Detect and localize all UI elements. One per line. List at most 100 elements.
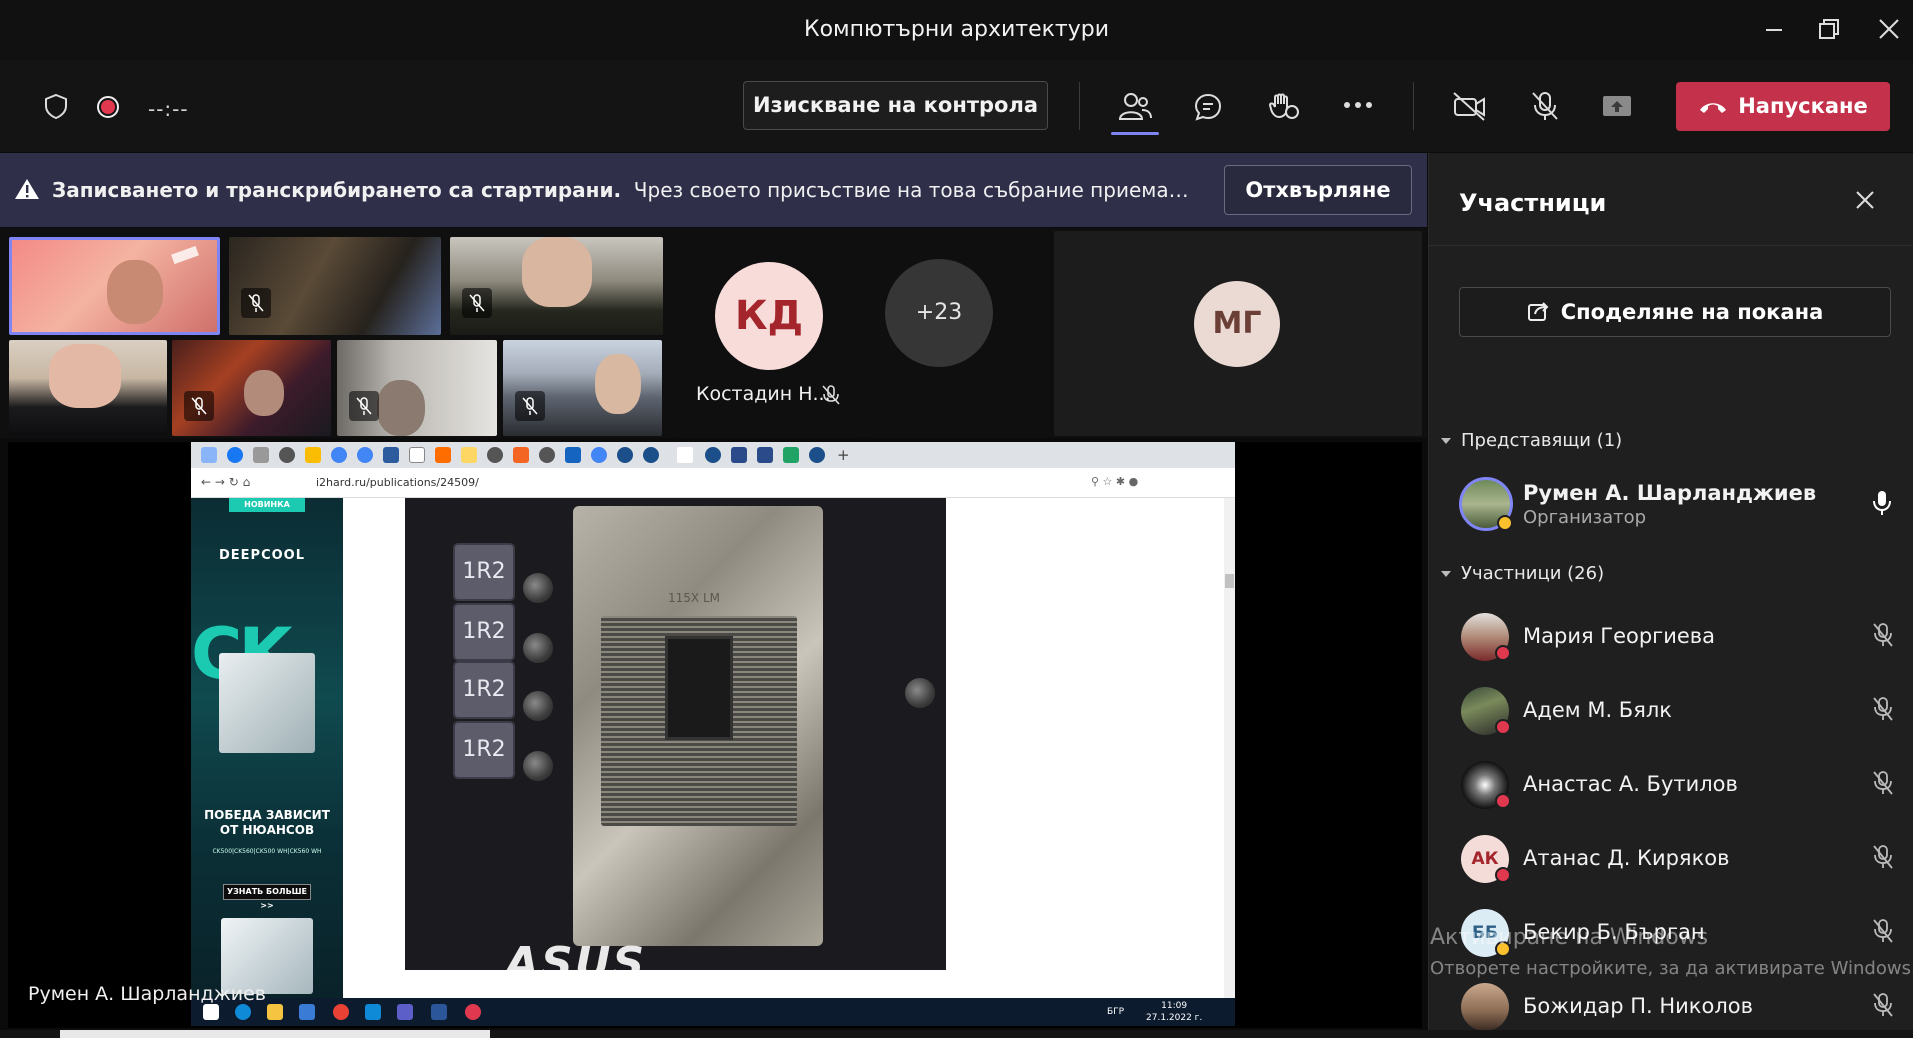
start-icon bbox=[203, 1004, 219, 1020]
video-gallery: КД Костадин Н... +23 МГ bbox=[0, 228, 1427, 438]
status-busy-icon bbox=[1495, 719, 1511, 735]
presenters-header-label: Представящи (1) bbox=[1461, 430, 1623, 451]
browser-tab-icon bbox=[617, 447, 633, 463]
participant-tile-kd[interactable]: КД Костадин Н... bbox=[672, 228, 862, 438]
watermark-title: Активиране на Windows bbox=[1430, 925, 1709, 950]
participant-row[interactable]: Мария Георгиева bbox=[1429, 607, 1913, 667]
recorder-icon bbox=[465, 1004, 481, 1020]
avatar: МГ bbox=[1194, 281, 1280, 367]
taskbar-date: 27.1.2022 г. bbox=[1146, 1013, 1203, 1023]
participant-video-tile[interactable] bbox=[9, 237, 220, 335]
share-invite-button[interactable]: Споделяне на покана bbox=[1459, 287, 1891, 337]
choke-label: 1R2 bbox=[453, 661, 515, 719]
restore-icon bbox=[1819, 19, 1839, 39]
people-icon[interactable] bbox=[1118, 92, 1152, 122]
close-icon[interactable] bbox=[1854, 189, 1876, 211]
overflow-tile[interactable]: +23 bbox=[868, 228, 1058, 438]
participant-row[interactable]: АК Атанас Д. Киряков bbox=[1429, 829, 1913, 889]
browser-tab-icon bbox=[409, 447, 425, 463]
participant-face bbox=[244, 370, 284, 416]
participant-face bbox=[377, 380, 425, 436]
chevron-down-icon bbox=[1441, 571, 1451, 577]
leave-button[interactable]: Напускане bbox=[1676, 82, 1890, 131]
muted-mic-badge bbox=[515, 391, 545, 421]
socket-center bbox=[665, 636, 733, 740]
browser-tab-icon bbox=[565, 447, 581, 463]
browser-tab-icon bbox=[757, 447, 773, 463]
share-icon bbox=[1527, 302, 1549, 321]
mic-off-icon bbox=[1873, 993, 1893, 1017]
mic-off-icon bbox=[822, 385, 840, 405]
restore-button[interactable] bbox=[1806, 12, 1850, 48]
mic-off-icon[interactable] bbox=[1530, 90, 1560, 122]
more-icon[interactable] bbox=[1343, 100, 1373, 110]
participant-video-tile[interactable] bbox=[9, 340, 167, 436]
browser-tab-icon bbox=[783, 447, 799, 463]
window-title: Компютърни архитектури bbox=[803, 17, 1110, 42]
avatar bbox=[1461, 983, 1509, 1031]
browser-tab-icon bbox=[357, 447, 373, 463]
share-tray-icon[interactable] bbox=[1601, 93, 1633, 119]
status-busy-icon bbox=[1495, 867, 1511, 883]
request-control-button[interactable]: Изискване на контрола bbox=[743, 81, 1048, 130]
mic-off-icon bbox=[1873, 697, 1893, 721]
chevron-down-icon bbox=[1441, 438, 1451, 444]
teams-icon bbox=[397, 1004, 413, 1020]
choke-label: 1R2 bbox=[453, 543, 515, 601]
participants-header-label: Участници (26) bbox=[1461, 563, 1605, 584]
camera-off-icon[interactable] bbox=[1452, 91, 1488, 121]
capacitor bbox=[523, 751, 553, 781]
mic-icon bbox=[1873, 491, 1891, 515]
choke-label: 1R2 bbox=[453, 603, 515, 661]
browser-tab-icon bbox=[253, 447, 269, 463]
toolbar-divider bbox=[1079, 82, 1080, 130]
mic-off-icon bbox=[1873, 771, 1893, 795]
progress-fill bbox=[60, 1030, 490, 1038]
taskbar-language: БГР bbox=[1107, 1007, 1125, 1017]
muted-mic-badge bbox=[349, 391, 379, 421]
participants-section-header[interactable]: Участници (26) bbox=[1441, 563, 1604, 584]
new-tab-icon: + bbox=[837, 446, 850, 464]
browser-tab-icon bbox=[591, 447, 607, 463]
mic-off-icon bbox=[469, 294, 485, 312]
participant-row[interactable]: Анастас А. Бутилов bbox=[1429, 755, 1913, 815]
participant-row[interactable]: Адем М. Бялк bbox=[1429, 681, 1913, 741]
participant-video-tile[interactable] bbox=[337, 340, 497, 436]
browser-tab-icon bbox=[331, 447, 347, 463]
minimize-button[interactable] bbox=[1752, 12, 1796, 48]
participant-face bbox=[107, 260, 163, 324]
participant-tile-mg[interactable]: МГ bbox=[1054, 231, 1422, 436]
mic-off-icon bbox=[1873, 919, 1893, 943]
record-icon bbox=[97, 96, 119, 118]
browser-tab-icon bbox=[383, 447, 399, 463]
participants-panel: Участници Споделяне на покана Представящ… bbox=[1428, 153, 1913, 1038]
participant-video-tile[interactable] bbox=[229, 237, 441, 335]
browser-tab-icon bbox=[513, 447, 529, 463]
participant-name: Божидар П. Николов bbox=[1523, 994, 1753, 1018]
participant-face bbox=[522, 237, 592, 307]
participant-video-tile[interactable] bbox=[503, 340, 662, 436]
banner-text: Записването и транскрибирането са старти… bbox=[52, 178, 1192, 202]
participant-row[interactable]: Божидар П. Николов bbox=[1429, 977, 1913, 1037]
presenter-row[interactable]: Румен А. Шарланджиев Организатор bbox=[1429, 475, 1913, 535]
participant-face bbox=[595, 354, 641, 414]
shield-icon[interactable] bbox=[44, 93, 68, 119]
scrollbar-thumb bbox=[1225, 574, 1234, 588]
browser-tab-icon bbox=[201, 447, 217, 463]
browser-tab-icon bbox=[279, 447, 295, 463]
presenters-section-header[interactable]: Представящи (1) bbox=[1441, 430, 1622, 451]
chat-icon[interactable] bbox=[1193, 92, 1223, 122]
cpu-socket: 115X LM bbox=[573, 506, 823, 946]
browser-tab-icon bbox=[487, 447, 503, 463]
ceiling-light bbox=[171, 245, 199, 265]
banner-bold-text: Записването и транскрибирането са старти… bbox=[52, 178, 622, 202]
capacitor bbox=[523, 633, 553, 663]
raise-hand-icon[interactable] bbox=[1267, 90, 1299, 122]
reject-button[interactable]: Отхвърляне bbox=[1224, 165, 1412, 215]
participant-name: Мария Георгиева bbox=[1523, 624, 1716, 648]
mic-off-icon bbox=[191, 397, 207, 415]
close-window-button[interactable] bbox=[1866, 12, 1910, 48]
participant-video-tile[interactable] bbox=[172, 340, 331, 436]
active-tab-indicator bbox=[1111, 132, 1159, 135]
participant-video-tile[interactable] bbox=[450, 237, 663, 335]
